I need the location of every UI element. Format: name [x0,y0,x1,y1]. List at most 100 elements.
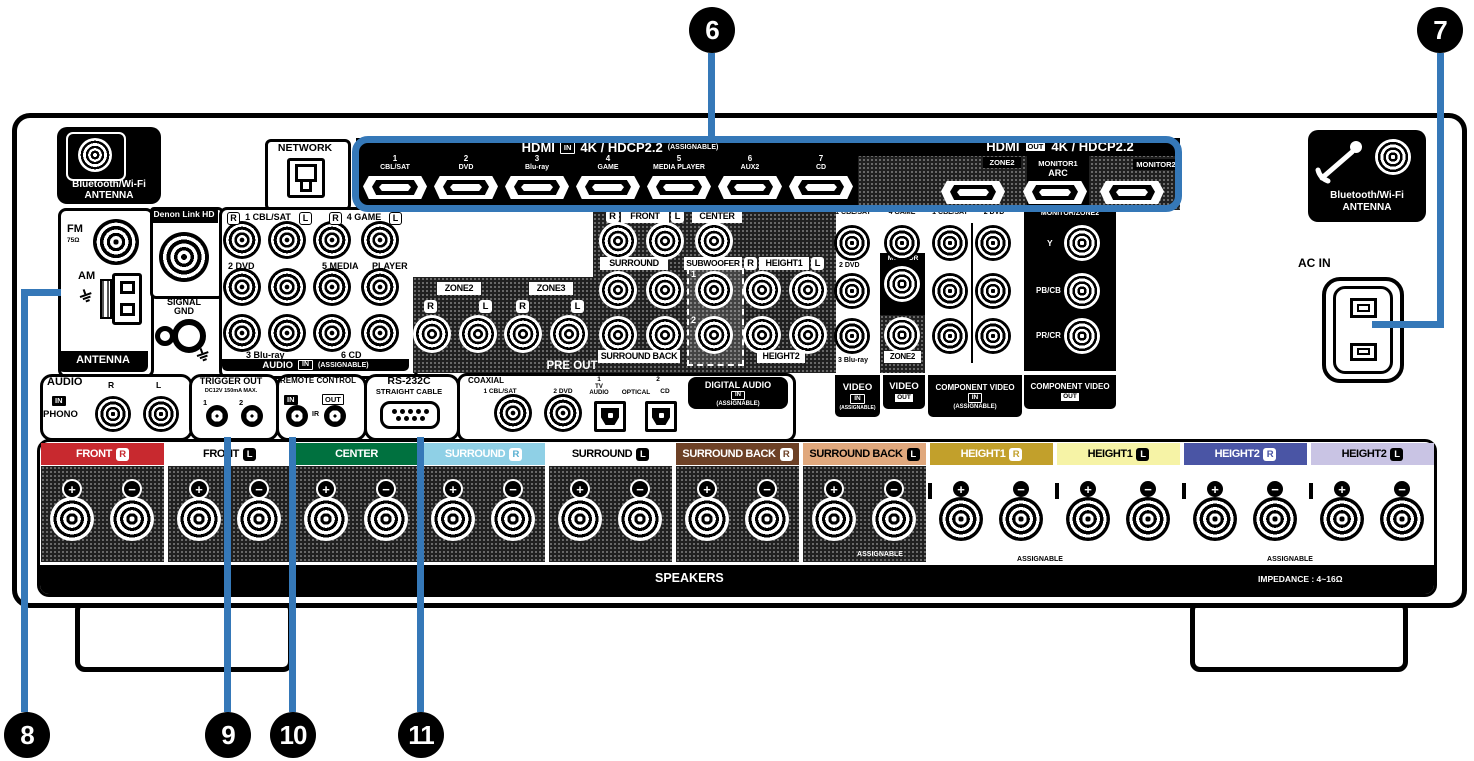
rca-jack [550,315,588,353]
speaker-terminal [1126,497,1170,541]
ac-in-label: AC IN [1298,257,1331,270]
trigger-j2-label: 2 [239,399,243,407]
rca-jack [695,316,733,354]
rca-jack [932,273,968,309]
speaker-terminal [1380,497,1424,541]
polarity-mark: − [251,481,267,497]
rca-jack [884,317,920,353]
callout-line-7-v [1437,53,1444,328]
mini-jack [241,405,263,427]
polarity-mark: + [953,481,969,497]
rca-jack [743,271,781,309]
speaker-terminal [364,497,408,541]
rca-jack [544,394,582,432]
rca-jack [223,221,261,259]
terminal-divider [1182,483,1186,499]
rca-jack [313,314,351,352]
trigger-j1-label: 1 [203,399,207,407]
rca-jack [932,318,968,354]
rca-jack [789,316,827,354]
fm-label: FM [67,224,83,236]
polarity-mark: + [191,481,207,497]
remote-title: REMOTE CONTROL [280,377,356,385]
component-pr-label: PR/CR [1036,332,1061,340]
rca-jack [834,273,870,309]
pre-out-label: PRE OUT [546,360,597,372]
speaker-channel-label: SURROUND [572,448,632,460]
terminal-divider [1055,483,1059,499]
bt-antenna-right-line2: ANTENNA [1343,203,1392,214]
video-out-bar-title: VIDEO [889,381,919,392]
phono-r-label: R [108,381,114,390]
speaker-terminal [558,497,602,541]
rs232-title: RS-232C [387,376,430,387]
polarity-mark: + [826,481,842,497]
remote-ir-label: IR [312,411,319,418]
rca-jack [361,268,399,306]
assignable-label: ASSIGNABLE [1017,556,1063,563]
speaker-channel-label: HEIGHT2 [1342,448,1387,460]
speaker-terminal [939,497,983,541]
speaker-channel-chip: R [780,448,793,461]
rca-jack [268,314,306,352]
fm-coax-jack [93,219,139,265]
polarity-mark: − [1267,481,1283,497]
optical-label: OPTICAL [622,390,651,397]
digital-audio-badge: IN [731,391,745,400]
speakers-bar-label: SPEAKERS [655,572,724,585]
rca-jack [361,314,399,352]
terminal-divider [928,483,932,499]
chassis-foot-right [1190,600,1408,672]
speaker-terminal [812,497,856,541]
preout-zone2-r: R [424,300,437,313]
polarity-mark: − [1394,481,1410,497]
terminal-divider [1309,483,1313,499]
mini-jack [286,405,308,427]
speaker-channel-chip: R [1009,448,1022,461]
rca-jack [599,271,637,309]
phono-label: PHONO [43,410,78,420]
fm-ohm-label: 75Ω [67,238,79,245]
speaker-terminal [685,497,729,541]
rca-jack [884,266,920,302]
ethernet-port-icon [287,158,325,200]
speaker-channel-chip: R [1263,448,1276,461]
audio-in-g1-l: L [299,212,312,225]
video-in-bar-title: VIDEO [843,382,873,393]
chassis-foot-left [75,600,293,672]
speaker-terminal [431,497,475,541]
speaker-channel-chip: L [1390,448,1403,461]
speaker-channel-header: HEIGHT1L [1057,443,1180,465]
speaker-channel-label: FRONT [76,448,112,460]
speaker-channel-label: HEIGHT1 [1088,448,1133,460]
digital-audio-title: DIGITAL AUDIO [705,380,771,390]
callout-line-10 [289,437,296,712]
polarity-mark: + [64,481,80,497]
callout-line-6 [708,53,715,136]
callout-line-8-v [21,291,28,712]
polarity-mark: − [124,481,140,497]
polarity-mark: − [1140,481,1156,497]
rca-jack [268,221,306,259]
preout-height1-label: HEIGHT1 [759,257,809,270]
optical-port-cd [645,401,677,432]
denon-link-label: Denon Link HD [154,210,215,219]
rca-jack [313,268,351,306]
speaker-channel-label: SURROUND BACK [809,448,902,460]
antenna-coax-right-icon [1375,139,1411,175]
speaker-channel-label: CENTER [335,448,378,460]
polarity-mark: + [318,481,334,497]
antenna-rod-icon [1314,136,1372,186]
rca-jack [504,315,542,353]
component-out-bar-title: COMPONENT VIDEO [1030,382,1109,391]
speaker-channel-chip: L [243,448,256,461]
speaker-channel-chip: L [1136,448,1149,461]
audio-in-bar-note: (ASSIGNABLE) [318,362,369,369]
preout-zone2-label: ZONE2 [437,282,481,295]
speaker-terminal [491,497,535,541]
rca-jack [223,268,261,306]
rca-jack [599,316,637,354]
speaker-channel-label: SURROUND BACK [682,448,775,460]
speaker-terminal [745,497,789,541]
rca-jack [494,394,532,432]
